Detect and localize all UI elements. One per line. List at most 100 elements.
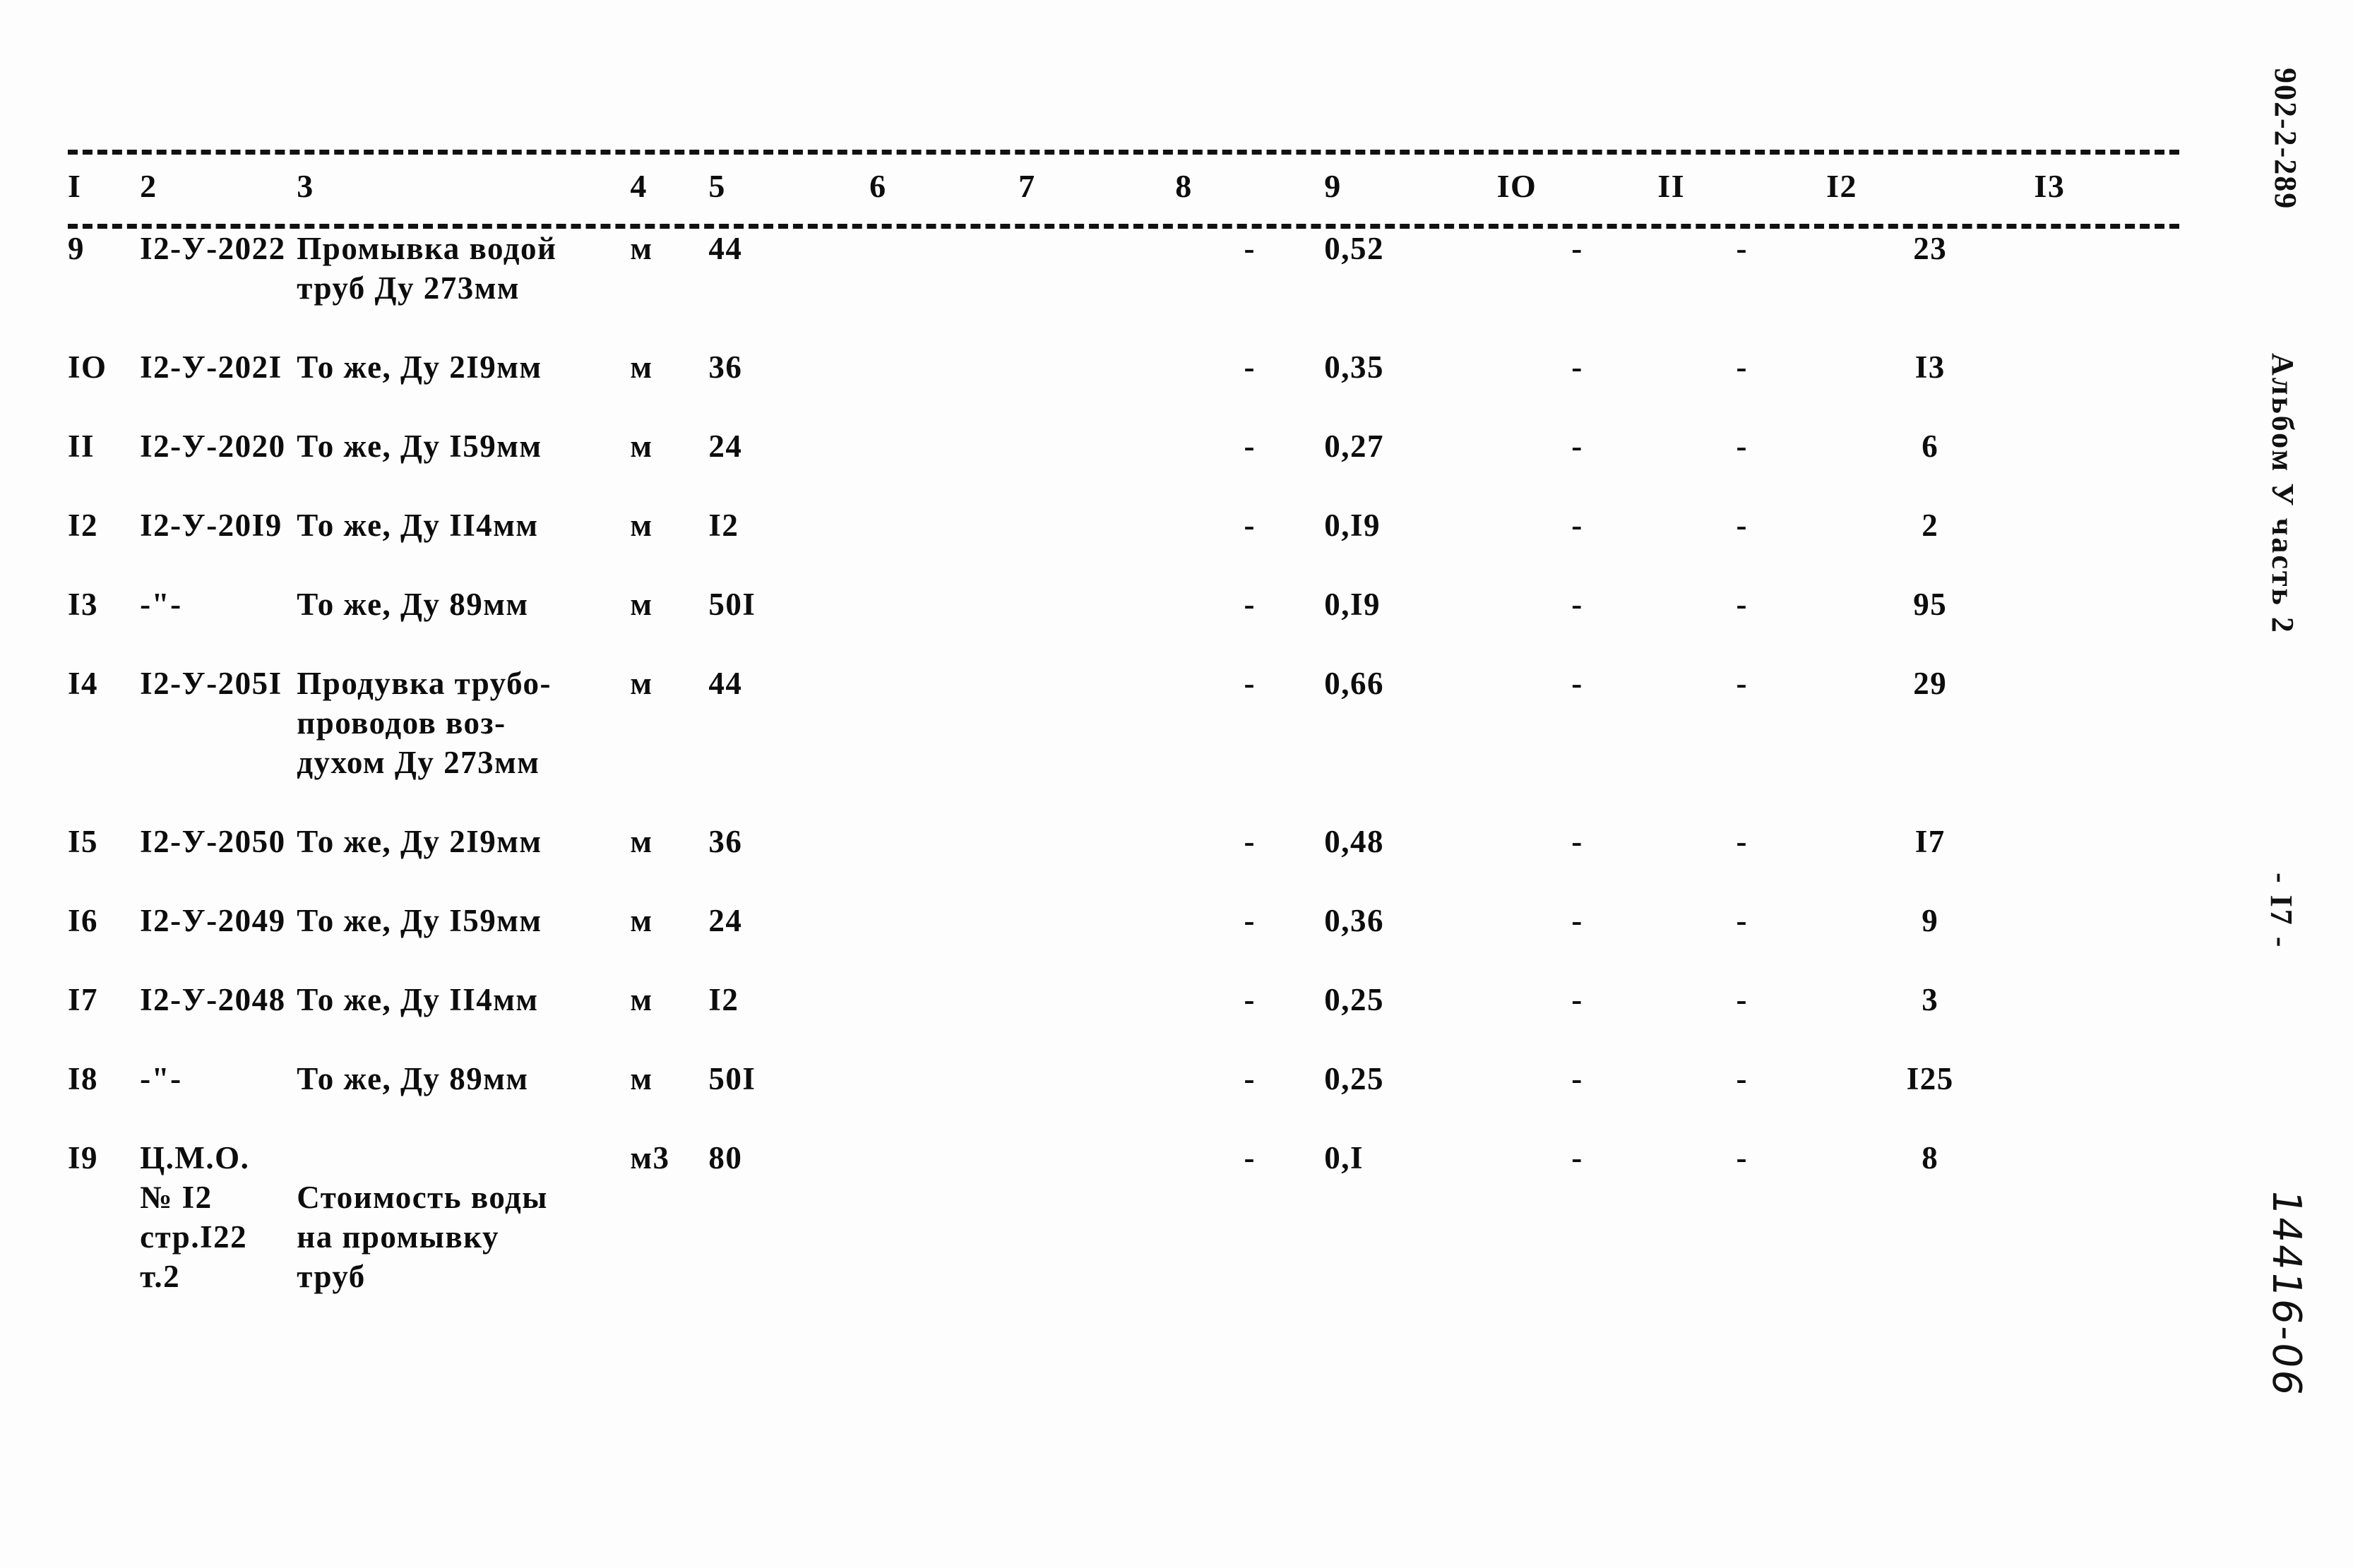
row-unit: м [630, 429, 653, 464]
page-number-vertical: - I7 - [2264, 873, 2299, 950]
row-col7 [1018, 1059, 1175, 1099]
row-rate: 0,I [1324, 1140, 1364, 1175]
row-col11: - [1736, 903, 1748, 938]
row-col8: - [1244, 231, 1256, 266]
row-rate: 0,I9 [1324, 508, 1381, 543]
row-col13 [2034, 585, 2179, 624]
row-col11: - [1736, 982, 1748, 1017]
row-col7 [1018, 980, 1175, 1019]
row-description: То же, Ду I59мм [297, 903, 542, 938]
table-row: I8 -"- То же, Ду 89мм м 50I - 0,25 - - I25 [68, 1059, 2179, 1099]
row-rate: 0,66 [1324, 666, 1385, 701]
row-col8: - [1244, 982, 1256, 1017]
row-spacer [68, 940, 2179, 980]
column-header-10: IO [1496, 168, 1537, 204]
table-row: I2 I2-У-20I9 То же, Ду II4мм м I2 - 0,I9 - - 2 [68, 505, 2179, 545]
row-col7 [1018, 347, 1175, 387]
row-total: 2 [1922, 508, 1939, 543]
row-code: -"- [140, 1061, 182, 1096]
row-description: Продувка трубо- проводов воз- духом Ду 2… [297, 666, 552, 780]
row-quantity: 80 [708, 1140, 743, 1175]
row-spacer [68, 308, 2179, 347]
row-total: I25 [1906, 1061, 1954, 1096]
row-total: 23 [1913, 231, 1948, 266]
row-quantity: 36 [708, 349, 743, 385]
row-col10: - [1571, 824, 1583, 859]
row-spacer [68, 387, 2179, 426]
row-unit: м [630, 903, 653, 938]
row-index: I4 [68, 666, 99, 701]
row-description: Промывка водой труб Ду 273мм [297, 231, 557, 306]
row-col8: - [1244, 666, 1256, 701]
column-header-3: 3 [297, 168, 314, 204]
row-total: 29 [1913, 666, 1948, 701]
row-total: 9 [1922, 903, 1939, 938]
row-col13 [2034, 1138, 2179, 1296]
row-col13 [2034, 901, 2179, 940]
row-code: I2-У-20I9 [140, 508, 282, 543]
row-spacer-cell [68, 1019, 2179, 1059]
row-index: I6 [68, 903, 99, 938]
row-col7 [1018, 1138, 1175, 1296]
row-code: I2-У-2049 [140, 903, 286, 938]
row-spacer [68, 545, 2179, 585]
row-col6 [869, 229, 1018, 308]
row-col11: - [1736, 587, 1748, 622]
row-col8: - [1244, 508, 1256, 543]
row-quantity: 24 [708, 903, 743, 938]
row-code: -"- [140, 587, 182, 622]
row-index: I2 [68, 508, 99, 543]
row-col7 [1018, 901, 1175, 940]
row-col6 [869, 1059, 1018, 1099]
row-col6 [869, 347, 1018, 387]
row-code: I2-У-2022 [140, 231, 286, 266]
row-spacer-cell [68, 861, 2179, 901]
row-col11: - [1736, 508, 1748, 543]
row-col11: - [1736, 231, 1748, 266]
row-col6 [869, 585, 1018, 624]
row-spacer-cell [68, 624, 2179, 664]
row-col10: - [1571, 903, 1583, 938]
row-total: 6 [1922, 429, 1939, 464]
row-unit: м [630, 666, 653, 701]
row-index: I9 [68, 1140, 99, 1175]
row-col7 [1018, 229, 1175, 308]
row-spacer-cell [68, 940, 2179, 980]
row-unit: м [630, 231, 653, 266]
table-row: I9 Ц.М.О. № I2 стр.I22 т.2 Стоимость воды… [68, 1138, 2179, 1296]
row-col13 [2034, 664, 2179, 782]
row-col8: - [1244, 429, 1256, 464]
row-col8: - [1244, 587, 1256, 622]
row-col6 [869, 980, 1018, 1019]
row-unit: м [630, 508, 653, 543]
row-col8: - [1244, 349, 1256, 385]
row-code: Ц.М.О. № I2 стр.I22 т.2 [140, 1140, 250, 1294]
row-quantity: 50I [708, 587, 756, 622]
row-col7 [1018, 585, 1175, 624]
row-code: I2-У-205I [140, 666, 282, 701]
table-row: II I2-У-2020 То же, Ду I59мм м 24 - 0,27 - - 6 [68, 426, 2179, 466]
row-spacer [68, 624, 2179, 664]
row-unit: м3 [630, 1140, 670, 1175]
row-col13 [2034, 1059, 2179, 1099]
row-index: II [68, 429, 95, 464]
table-row: I4 I2-У-205I Продувка трубо- проводов воз-… [68, 664, 2179, 782]
archive-stamp-handwritten: 14416-06 [2263, 1186, 2309, 1401]
row-rate: 0,I9 [1324, 587, 1381, 622]
row-col11: - [1736, 666, 1748, 701]
row-col6 [869, 664, 1018, 782]
row-spacer [68, 861, 2179, 901]
row-col7 [1018, 664, 1175, 782]
row-rate: 0,35 [1324, 349, 1385, 385]
row-spacer-cell [68, 782, 2179, 822]
column-header-7: 7 [1018, 168, 1036, 204]
row-spacer-cell [68, 1099, 2179, 1138]
table-header-row: I 2 3 4 5 6 7 8 9 IO II I2 I3 [68, 160, 2179, 217]
row-spacer [68, 782, 2179, 822]
table-header-rule [68, 224, 2179, 229]
row-col6 [869, 1138, 1018, 1296]
row-col6 [869, 822, 1018, 861]
row-col10: - [1571, 587, 1583, 622]
row-spacer-cell [68, 387, 2179, 426]
row-description: То же, Ду 89мм [297, 587, 529, 622]
